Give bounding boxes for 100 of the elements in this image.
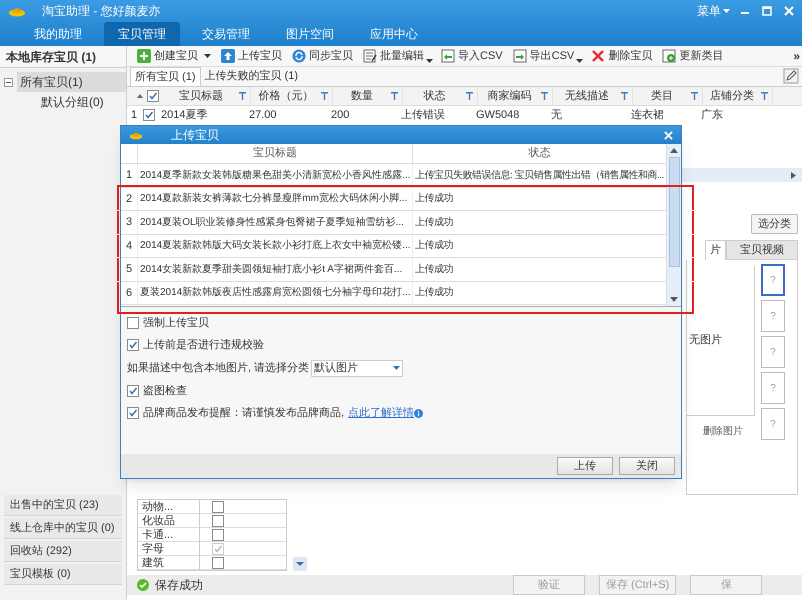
import-icon — [441, 49, 455, 63]
sidebar-item[interactable]: 回收站 (292) — [4, 541, 122, 562]
tree-item[interactable]: 默认分组(0) — [38, 92, 107, 112]
hat-logo-icon — [8, 5, 26, 17]
toolbar-button[interactable]: 导出CSV — [510, 46, 576, 66]
sidebar-item[interactable]: 出售中的宝贝 (23) — [4, 495, 122, 516]
nav-tab[interactable]: 我的助理 — [20, 22, 96, 46]
filter-icon[interactable] — [621, 92, 628, 100]
row-number: 1 — [131, 108, 138, 123]
nav-tab[interactable]: 应用中心 — [356, 22, 432, 46]
tree-item[interactable]: 所有宝贝(1) — [17, 72, 126, 92]
nav-tab[interactable]: 宝贝管理 — [104, 22, 180, 46]
column-header[interactable]: 状态 — [403, 88, 466, 104]
checked-checkbox[interactable] — [127, 407, 139, 419]
scroll-thumb[interactable] — [668, 157, 680, 267]
select-category-button[interactable]: 选分类 — [751, 214, 798, 234]
sync-icon — [292, 49, 306, 63]
export-icon — [512, 49, 527, 63]
dialog-title: 上传宝贝 — [171, 127, 219, 144]
checkbox[interactable] — [212, 556, 224, 568]
checkbox[interactable] — [212, 514, 224, 526]
tab[interactable]: 片 — [705, 240, 726, 260]
tab[interactable]: 上传失败的宝贝 (1) — [200, 67, 302, 86]
maximize-icon[interactable] — [762, 6, 772, 16]
option-label: 如果描述中包含本地图片, 请选择分类 — [127, 360, 310, 376]
toolbar-button[interactable]: 创建宝贝 — [135, 46, 200, 66]
checkbox[interactable] — [212, 500, 224, 512]
plus-icon — [137, 49, 151, 63]
no-image-text: 无图片 — [689, 333, 722, 348]
scroll-down-arrow-icon[interactable] — [670, 297, 678, 302]
filter-icon[interactable] — [761, 92, 768, 100]
checked-checkbox[interactable] — [143, 109, 155, 121]
checked-checkbox[interactable] — [127, 339, 139, 351]
option-label: 盗图检查 — [143, 384, 187, 399]
close-icon[interactable] — [784, 6, 794, 16]
option-label: 上传前是否进行违规校验 — [143, 338, 264, 353]
details-link[interactable]: 点此了解详情 — [348, 404, 414, 422]
caret-icon — [723, 9, 730, 13]
table-cell-text: 上传错误 — [400, 108, 446, 123]
category-label: 卡通... — [138, 528, 200, 542]
column-header[interactable]: 宝贝标题 — [137, 144, 412, 163]
category-dropdown[interactable]: 默认图片 — [311, 360, 404, 376]
column-header[interactable]: 价格（元） — [251, 88, 321, 104]
tab[interactable]: 所有宝贝 (1) — [130, 67, 200, 86]
filter-icon[interactable] — [239, 92, 246, 100]
table-cell-text: 连衣裙 — [630, 108, 665, 123]
nav-tab[interactable]: 交易管理 — [188, 22, 264, 46]
column-header[interactable]: 无线描述 — [553, 88, 621, 104]
collapse-icon[interactable] — [4, 78, 13, 86]
dialog-button[interactable]: 上传 — [557, 457, 613, 475]
filter-icon[interactable] — [321, 92, 328, 100]
filter-icon[interactable] — [541, 92, 548, 100]
checked-checkbox[interactable] — [127, 385, 139, 397]
option-label: 强制上传宝贝 — [143, 316, 209, 331]
delete-image-button[interactable]: 删除图片 — [687, 424, 755, 439]
table-cell-text: 无 — [550, 108, 563, 123]
dropdown-caret-icon[interactable] — [576, 59, 584, 63]
toolbar-button[interactable]: 更新类目 — [660, 46, 726, 66]
table-cell: 2014夏季新款女装韩版糖果色甜美小清新宽松小香风性感露... — [137, 164, 412, 186]
status-message: 保存成功 — [155, 577, 203, 594]
sidebar-item[interactable]: 线上仓库中的宝贝 (0) — [4, 518, 122, 539]
toolbar-button[interactable]: 上传宝贝 — [219, 46, 284, 66]
table-cell-text: GW5048 — [475, 108, 520, 123]
sort-arrow-icon[interactable] — [137, 94, 143, 98]
edit-icon[interactable] — [783, 68, 799, 84]
scrollbar[interactable] — [666, 144, 681, 306]
dialog-button[interactable]: 关闭 — [619, 457, 675, 475]
dropdown-caret-icon[interactable] — [426, 59, 433, 63]
info-icon[interactable] — [414, 408, 424, 418]
column-header[interactable]: 数量 — [333, 88, 391, 104]
close-icon[interactable] — [664, 130, 673, 140]
scroll-right-arrow-icon[interactable] — [791, 172, 796, 178]
edit-list-icon — [363, 49, 377, 63]
window-title: 淘宝助理 - 您好颜麦亦 — [42, 3, 161, 20]
sidebar-item[interactable]: 宝贝模板 (0) — [4, 564, 122, 585]
scroll-up-arrow-icon[interactable] — [670, 148, 678, 153]
row-number: 2 — [124, 192, 134, 206]
toolbar-button[interactable]: 批量编辑 — [361, 46, 426, 66]
toolbar-button[interactable]: 同步宝贝 — [290, 46, 355, 66]
nav-tab[interactable]: 图片空间 — [272, 22, 348, 46]
table-cell-text: 2014夏季 — [160, 108, 208, 123]
dropdown-caret-icon[interactable] — [204, 54, 211, 58]
tab[interactable]: 宝贝视频 — [726, 240, 798, 260]
toolbar-button[interactable]: 导入CSV — [439, 46, 505, 66]
filter-icon[interactable] — [691, 92, 698, 100]
column-header[interactable]: 宝贝标题 — [163, 88, 239, 104]
column-header[interactable]: 类目 — [633, 88, 691, 104]
filter-icon[interactable] — [391, 92, 398, 100]
row-number: 5 — [124, 262, 134, 277]
category-label: 建筑 — [138, 556, 200, 570]
column-header[interactable]: 店铺分类 — [703, 88, 761, 104]
column-header[interactable]: 商家编码 — [478, 88, 541, 104]
category-label: 化妆品 — [138, 514, 200, 528]
more-button[interactable]: » — [793, 47, 800, 65]
checked-checkbox[interactable] — [147, 90, 159, 102]
checkbox[interactable] — [212, 528, 224, 540]
toolbar-button[interactable]: 删除宝贝 — [589, 46, 654, 66]
success-check-icon — [137, 579, 149, 591]
filter-icon[interactable] — [466, 92, 473, 100]
checkbox[interactable] — [127, 317, 139, 329]
